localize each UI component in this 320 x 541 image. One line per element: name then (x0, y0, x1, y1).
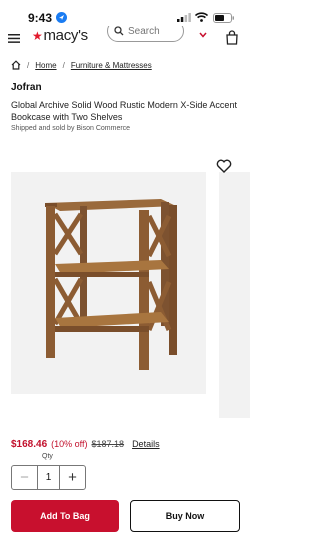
qty-increase-button[interactable]: + (60, 466, 85, 489)
breadcrumb-home[interactable]: Home (35, 61, 56, 70)
search-icon (114, 26, 124, 36)
seller-info: Shipped and sold by Bison Commerce (11, 125, 131, 132)
location-arrow-icon (56, 12, 67, 23)
home-icon[interactable] (11, 60, 21, 70)
breadcrumb-furniture[interactable]: Furniture & Mattresses (71, 61, 152, 70)
menu-icon[interactable] (8, 34, 20, 43)
search-input[interactable] (128, 26, 180, 38)
signal-icon (177, 13, 191, 22)
product-title: Global Archive Solid Wood Rustic Modern … (11, 100, 237, 122)
star-icon: ★ (32, 29, 43, 43)
price-details-link[interactable]: Details (132, 439, 160, 449)
add-to-bag-button[interactable]: Add To Bag (11, 500, 119, 532)
wifi-icon (195, 12, 208, 22)
status-time: 9:43 (28, 11, 53, 25)
sale-price: $168.46 (11, 438, 48, 450)
heart-icon[interactable] (216, 159, 232, 173)
macys-logo[interactable]: ★macy's (32, 27, 88, 44)
breadcrumb: / Home / Furniture & Mattresses (11, 58, 152, 72)
qty-decrease-button[interactable]: − (12, 466, 37, 489)
quantity-stepper: − 1 + (11, 465, 86, 490)
original-price: $187.18 (91, 439, 125, 449)
battery-icon (213, 13, 234, 23)
breadcrumb-separator: / (62, 60, 65, 70)
next-image-preview[interactable] (219, 172, 250, 418)
bookcase-image (45, 199, 177, 370)
breadcrumb-separator: / (27, 60, 30, 70)
price-row: $168.46 (10% off) $187.18 Details (11, 437, 160, 451)
discount-percent: (10% off) (51, 439, 88, 449)
qty-label: Qty (42, 453, 53, 460)
chevron-down-icon[interactable] (199, 32, 207, 38)
site-header: ★macy's (0, 26, 250, 48)
search-bar[interactable] (107, 26, 184, 42)
product-brand[interactable]: Jofran (11, 82, 42, 93)
bag-icon[interactable] (225, 30, 239, 45)
logo-text: macy's (43, 27, 88, 44)
qty-value[interactable]: 1 (37, 466, 60, 489)
buy-now-button[interactable]: Buy Now (130, 500, 240, 532)
product-image-gallery[interactable] (11, 172, 206, 394)
